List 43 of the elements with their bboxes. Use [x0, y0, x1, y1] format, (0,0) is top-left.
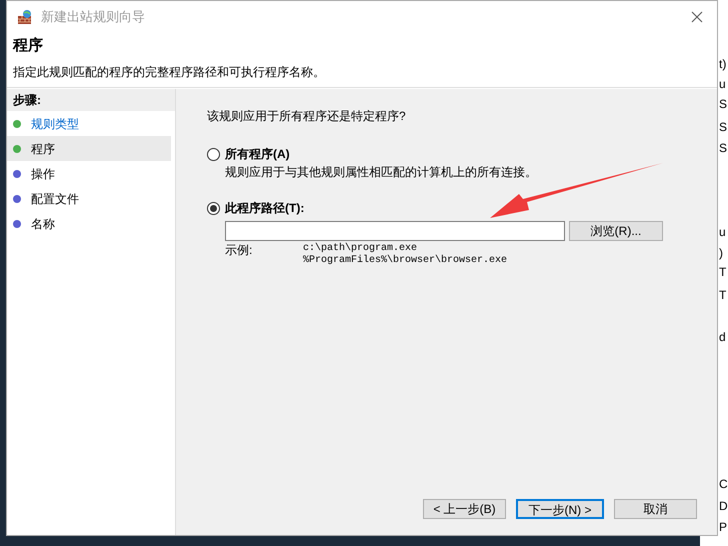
step-item[interactable]: 操作: [7, 161, 171, 186]
example-label: 示例:: [225, 243, 254, 259]
wizard-button[interactable]: < 上一步(B): [423, 499, 506, 519]
example-path: %ProgramFiles%\browser\browser.exe: [303, 255, 508, 267]
firewall-icon: [17, 8, 33, 24]
step-item[interactable]: 配置文件: [7, 186, 171, 211]
step-item[interactable]: 名称: [7, 211, 171, 236]
step-label: 操作: [31, 166, 55, 182]
program-path-field[interactable]: [225, 221, 565, 241]
page-title: 程序: [13, 36, 44, 56]
window-title: 新建出站规则向导: [41, 8, 145, 26]
example-path: c:\path\program.exe: [303, 243, 418, 254]
steps-heading: 步骤:: [7, 89, 175, 111]
step-item[interactable]: 规则类型: [7, 111, 171, 136]
partial-text: ): [719, 247, 723, 259]
radio-label: 所有程序(A): [225, 146, 290, 163]
step-label: 配置文件: [31, 190, 79, 208]
partial-text: T: [719, 266, 726, 278]
radio-label: 此程序路径(T):: [225, 200, 304, 217]
partial-text: S: [719, 142, 728, 154]
radio-button[interactable]: [207, 148, 220, 160]
wizard-button[interactable]: 下一步(N) >: [516, 499, 604, 519]
step-item[interactable]: 程序: [7, 136, 171, 161]
partial-text: u: [719, 226, 726, 238]
question-text: 该规则应用于所有程序还是特定程序?: [207, 108, 407, 125]
partial-text: T: [719, 289, 726, 301]
partial-text: S: [719, 121, 728, 133]
partial-text: D: [719, 500, 728, 512]
browse-button[interactable]: 浏览(R)...: [569, 221, 663, 241]
partial-text: u: [719, 78, 726, 90]
partial-text: S: [719, 98, 728, 110]
partial-text: C: [719, 478, 728, 490]
radio-button[interactable]: [207, 202, 220, 214]
option-description: 规则应用于与其他规则属性相匹配的计算机上的所有连接。: [225, 164, 538, 181]
close-icon[interactable]: [691, 10, 703, 22]
partial-text: d: [719, 331, 726, 343]
page-description: 指定此规则匹配的程序的完整程序路径和可执行程序名称。: [13, 64, 326, 80]
step-label: 程序: [31, 140, 55, 158]
step-label: 规则类型: [31, 116, 79, 132]
partial-text: t): [719, 58, 726, 70]
partial-text: P: [719, 521, 728, 533]
step-label: 名称: [31, 216, 55, 232]
wizard-button[interactable]: 取消: [614, 499, 697, 519]
